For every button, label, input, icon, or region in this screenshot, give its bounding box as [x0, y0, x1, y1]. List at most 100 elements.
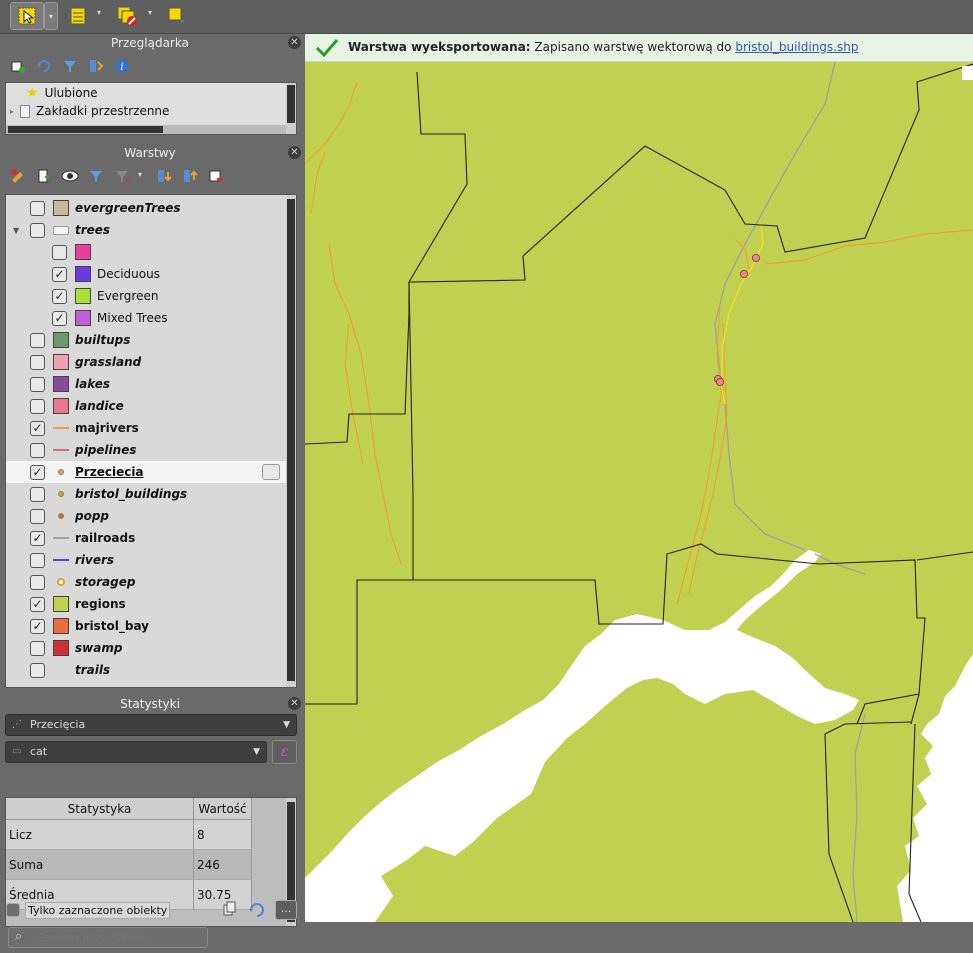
- layer-visibility-checkbox[interactable]: [30, 640, 45, 656]
- attribute-table-button[interactable]: [64, 2, 92, 30]
- layer-visibility-checkbox[interactable]: [30, 442, 45, 458]
- layer-visibility-checkbox[interactable]: [30, 222, 45, 238]
- layer-row[interactable]: landice: [6, 395, 286, 417]
- layer-indicator-icon[interactable]: [262, 464, 280, 480]
- add-layer-icon[interactable]: [8, 56, 28, 76]
- layer-row[interactable]: grassland: [6, 351, 286, 373]
- collapse-all-icon[interactable]: [86, 56, 106, 76]
- stats-cell-value[interactable]: 8: [194, 820, 252, 850]
- layer-row[interactable]: popp: [6, 505, 286, 527]
- layer-visibility-checkbox[interactable]: ✓: [30, 618, 45, 634]
- layers-tree[interactable]: evergreenTrees ▼ trees ✓ Deciduous ✓ Evergreen…: [5, 194, 297, 688]
- layer-row[interactable]: ✓ regions: [6, 593, 286, 615]
- horizontal-scrollbar[interactable]: [6, 125, 286, 134]
- more-options-button[interactable]: ...: [275, 900, 297, 920]
- layer-row[interactable]: ✓ Deciduous: [6, 263, 286, 285]
- info-icon[interactable]: i: [112, 56, 132, 76]
- layer-row[interactable]: ✓ railroads: [6, 527, 286, 549]
- chevron-down-icon[interactable]: ▾: [138, 170, 142, 179]
- svg-text:ε: ε: [126, 176, 130, 184]
- layer-visibility-checkbox[interactable]: [30, 200, 45, 216]
- locator-search[interactable]: ⌕: [8, 927, 208, 948]
- layer-row[interactable]: rivers: [6, 549, 286, 571]
- layer-row[interactable]: bristol_buildings: [6, 483, 286, 505]
- filter-icon[interactable]: [60, 56, 80, 76]
- stats-cell-statistic[interactable]: Licz: [6, 820, 194, 850]
- vertical-scrollbar[interactable]: [286, 195, 296, 687]
- layer-visibility-checkbox[interactable]: [30, 398, 45, 414]
- stats-field-combo[interactable]: ▭ cat ▼: [5, 741, 267, 763]
- select-features-button[interactable]: [10, 2, 44, 30]
- collapse-all-icon[interactable]: [180, 166, 200, 186]
- layer-row[interactable]: ▼ trees: [6, 219, 286, 241]
- layer-row[interactable]: ✓ Evergreen: [6, 285, 286, 307]
- browser-item-favorites[interactable]: ★ Ulubione: [10, 84, 98, 102]
- layer-visibility-checkbox[interactable]: ✓: [52, 288, 67, 304]
- layer-visibility-checkbox[interactable]: ✓: [52, 266, 67, 282]
- selected-only-checkbox[interactable]: [6, 903, 20, 917]
- layer-row[interactable]: pipelines: [6, 439, 286, 461]
- layer-row[interactable]: swamp: [6, 637, 286, 659]
- remove-layer-icon[interactable]: [206, 166, 226, 186]
- chevron-down-icon[interactable]: ▾: [148, 8, 152, 17]
- expression-button[interactable]: ε: [272, 740, 297, 764]
- select-by-expression-button[interactable]: [162, 2, 190, 30]
- expand-all-icon[interactable]: [154, 166, 174, 186]
- vertical-scrollbar[interactable]: [286, 83, 296, 134]
- stats-cell-statistic[interactable]: Suma: [6, 850, 194, 880]
- add-group-icon[interactable]: [34, 166, 54, 186]
- layer-visibility-checkbox[interactable]: [30, 332, 45, 348]
- layer-visibility-checkbox[interactable]: ✓: [30, 420, 45, 436]
- deselect-features-button[interactable]: [112, 2, 142, 30]
- chevron-down-icon[interactable]: ▾: [97, 8, 101, 17]
- layer-visibility-checkbox[interactable]: [30, 662, 45, 678]
- layer-row[interactable]: ✓ bristol_bay: [6, 615, 286, 637]
- layer-row[interactable]: ✓ Przeciecia: [6, 461, 286, 483]
- layer-row[interactable]: builtups: [6, 329, 286, 351]
- scrollbar-thumb[interactable]: [287, 199, 295, 681]
- stats-cell-value[interactable]: 246: [194, 850, 252, 880]
- filter-legend-icon[interactable]: [86, 166, 106, 186]
- layer-row[interactable]: [6, 241, 286, 263]
- close-icon[interactable]: ✕: [288, 36, 301, 49]
- layer-visibility-checkbox[interactable]: [30, 574, 45, 590]
- select-features-dropdown[interactable]: ▾: [44, 2, 58, 30]
- chevron-down-icon[interactable]: ▼: [13, 226, 19, 235]
- layer-visibility-checkbox[interactable]: [30, 354, 45, 370]
- layer-visibility-checkbox[interactable]: ✓: [30, 596, 45, 612]
- scrollbar-thumb[interactable]: [287, 85, 295, 123]
- map-svg[interactable]: [305, 34, 973, 922]
- message-link[interactable]: bristol_buildings.shp: [735, 40, 858, 54]
- search-input[interactable]: [8, 927, 208, 948]
- layer-visibility-checkbox[interactable]: ✓: [52, 310, 67, 326]
- refresh-icon[interactable]: [248, 901, 266, 919]
- layer-row[interactable]: trails: [6, 659, 286, 681]
- close-icon[interactable]: ✕: [288, 146, 301, 159]
- layer-visibility-checkbox[interactable]: [30, 508, 45, 524]
- layer-row[interactable]: ✓ Mixed Trees: [6, 307, 286, 329]
- copy-icon[interactable]: [222, 901, 238, 919]
- scrollbar-thumb[interactable]: [8, 126, 163, 133]
- browser-item-spatial-bookmarks[interactable]: ▸ Zakładki przestrzenne: [10, 102, 169, 120]
- stats-layer-combo[interactable]: ⋰ Przecięcia ▼: [5, 714, 297, 736]
- eye-icon[interactable]: [60, 166, 80, 186]
- stats-header-value[interactable]: Wartość: [194, 798, 252, 820]
- layer-visibility-checkbox[interactable]: [30, 552, 45, 568]
- layer-visibility-checkbox[interactable]: [52, 244, 67, 260]
- style-manager-icon[interactable]: [8, 166, 28, 186]
- layer-visibility-checkbox[interactable]: [30, 486, 45, 502]
- close-icon[interactable]: ✕: [288, 697, 301, 710]
- layer-row[interactable]: ✓ majrivers: [6, 417, 286, 439]
- layer-visibility-checkbox[interactable]: [30, 376, 45, 392]
- layer-visibility-checkbox[interactable]: ✓: [30, 464, 45, 480]
- stats-header-statistic[interactable]: Statystyka: [6, 798, 194, 820]
- map-canvas[interactable]: [305, 34, 973, 922]
- refresh-icon[interactable]: [34, 56, 54, 76]
- layer-row[interactable]: storagep: [6, 571, 286, 593]
- layer-visibility-checkbox[interactable]: ✓: [30, 530, 45, 546]
- layer-row[interactable]: lakes: [6, 373, 286, 395]
- selected-only-label[interactable]: Tylko zaznaczone obiekty: [25, 902, 171, 919]
- layer-row[interactable]: evergreenTrees: [6, 197, 286, 219]
- filter-expression-icon[interactable]: ε: [112, 166, 132, 186]
- browser-tree[interactable]: ★ Ulubione ▸ Zakładki przestrzenne: [5, 82, 297, 135]
